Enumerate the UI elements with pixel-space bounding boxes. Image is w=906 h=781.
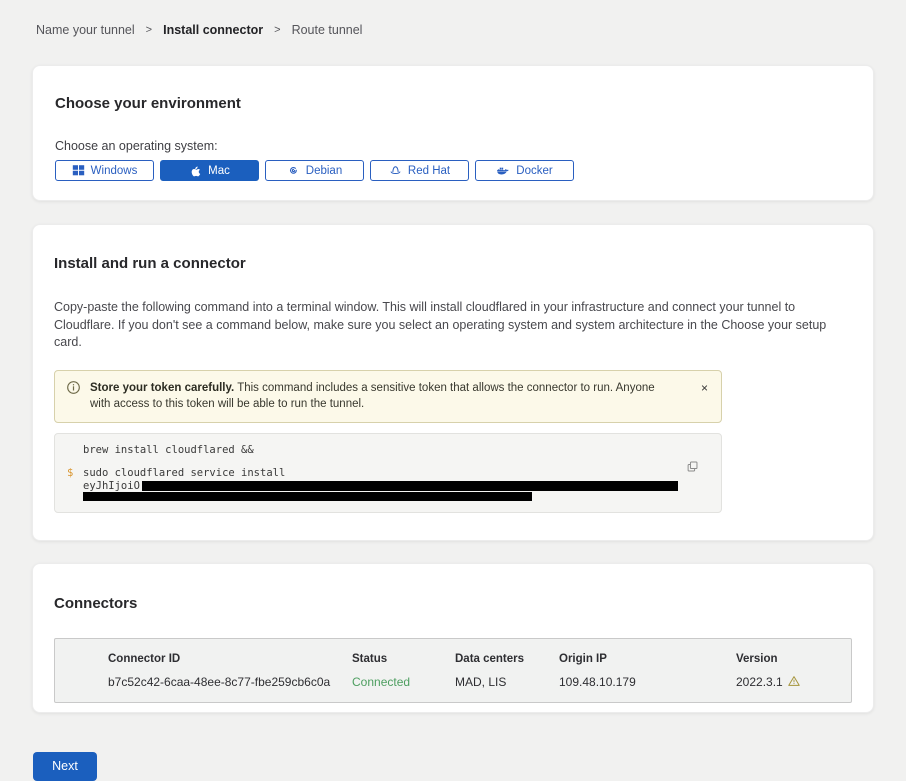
command-line-2-text: sudo cloudflared service install bbox=[83, 467, 285, 479]
info-icon bbox=[66, 380, 81, 413]
os-button-redhat[interactable]: Red Hat bbox=[370, 160, 469, 181]
cell-data-centers: MAD, LIS bbox=[455, 675, 559, 690]
cell-version: 2022.3.1 bbox=[736, 675, 851, 690]
os-button-group: Windows Mac Debian bbox=[55, 160, 851, 181]
breadcrumb-install-connector[interactable]: Install connector bbox=[163, 23, 263, 37]
install-card-title: Install and run a connector bbox=[54, 255, 851, 272]
breadcrumb-route-tunnel[interactable]: Route tunnel bbox=[292, 23, 363, 37]
header-data-centers: Data centers bbox=[455, 653, 559, 665]
copy-icon[interactable] bbox=[686, 460, 699, 476]
apple-icon bbox=[189, 164, 202, 177]
status-badge: Connected bbox=[352, 675, 455, 690]
breadcrumb: Name your tunnel > Install connector > R… bbox=[0, 0, 906, 37]
os-button-mac[interactable]: Mac bbox=[160, 160, 259, 181]
os-button-debian[interactable]: Debian bbox=[265, 160, 364, 181]
os-button-docker[interactable]: Docker bbox=[475, 160, 574, 181]
token-prefix: eyJhIjoiO bbox=[83, 480, 140, 492]
os-button-label: Debian bbox=[306, 165, 342, 177]
command-line-2: $sudo cloudflared service install bbox=[83, 467, 721, 479]
shell-prompt: $ bbox=[67, 467, 73, 479]
redhat-icon bbox=[389, 164, 402, 177]
debian-icon bbox=[287, 164, 300, 177]
breadcrumb-separator: > bbox=[274, 24, 280, 36]
environment-card: Choose your environment Choose an operat… bbox=[32, 65, 874, 201]
table-row: b7c52c42-6caa-48ee-8c77-fbe259cb6c0a Con… bbox=[108, 675, 851, 690]
breadcrumb-separator: > bbox=[146, 24, 152, 36]
cell-connector-id: b7c52c42-6caa-48ee-8c77-fbe259cb6c0a bbox=[108, 675, 352, 690]
connectors-card: Connectors Connector ID Status Data cent… bbox=[32, 563, 874, 713]
connectors-card-title: Connectors bbox=[54, 595, 852, 612]
token-warning-text: Store your token carefully. This command… bbox=[90, 380, 676, 413]
header-connector-id: Connector ID bbox=[108, 653, 352, 665]
install-command-block: brew install cloudflared && $sudo cloudf… bbox=[54, 433, 722, 513]
connectors-table: Connector ID Status Data centers Origin … bbox=[54, 638, 852, 703]
connectors-table-header-row: Connector ID Status Data centers Origin … bbox=[108, 653, 851, 675]
token-line: eyJhIjoiO bbox=[83, 480, 721, 492]
environment-card-title: Choose your environment bbox=[55, 95, 851, 112]
close-icon[interactable]: × bbox=[701, 382, 708, 394]
next-button[interactable]: Next bbox=[33, 752, 97, 781]
header-origin-ip: Origin IP bbox=[559, 653, 736, 665]
windows-icon bbox=[72, 164, 85, 177]
cell-origin-ip: 109.48.10.179 bbox=[559, 675, 736, 690]
redacted-token-bar-2 bbox=[83, 492, 532, 501]
header-version: Version bbox=[736, 653, 851, 665]
os-button-label: Red Hat bbox=[408, 165, 450, 177]
os-button-label: Mac bbox=[208, 165, 230, 177]
command-line-1: brew install cloudflared && bbox=[83, 444, 721, 456]
install-card: Install and run a connector Copy-paste t… bbox=[32, 224, 874, 541]
os-button-windows[interactable]: Windows bbox=[55, 160, 154, 181]
token-warning-bold: Store your token carefully. bbox=[90, 382, 234, 394]
warning-triangle-icon bbox=[788, 675, 800, 690]
install-description: Copy-paste the following command into a … bbox=[54, 299, 848, 352]
token-warning-banner: Store your token carefully. This command… bbox=[54, 370, 722, 423]
header-status: Status bbox=[352, 653, 455, 665]
breadcrumb-name-your-tunnel[interactable]: Name your tunnel bbox=[36, 23, 135, 37]
os-button-label: Windows bbox=[91, 165, 138, 177]
redacted-token-bar-1 bbox=[142, 481, 678, 491]
os-button-label: Docker bbox=[516, 165, 552, 177]
os-label: Choose an operating system: bbox=[55, 139, 851, 153]
version-value: 2022.3.1 bbox=[736, 675, 783, 689]
docker-icon bbox=[496, 164, 510, 177]
